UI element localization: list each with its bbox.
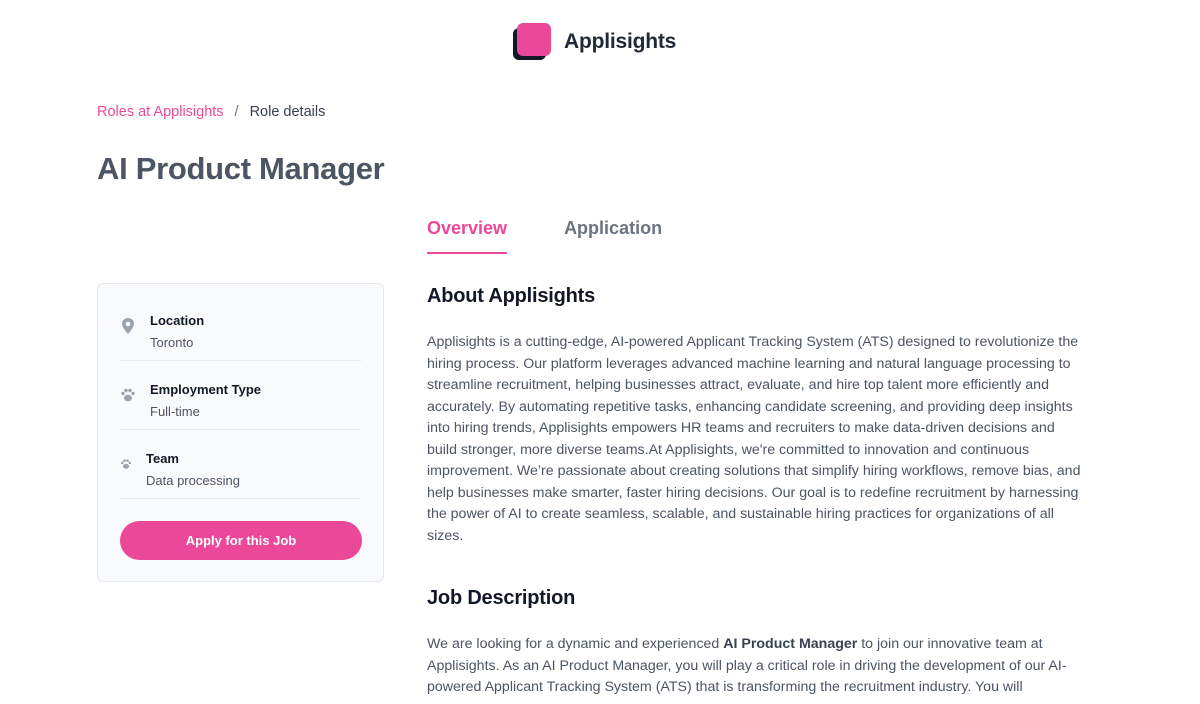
job-info-card: Location Toronto Employment Type Full-ti… [97,283,384,582]
tab-overview[interactable]: Overview [427,218,508,254]
info-value: Toronto [150,335,194,350]
breadcrumb: Roles at Applisights / Role details [97,104,325,120]
job-description-text: We are looking for a dynamic and experie… [427,634,1087,699]
info-label: Team [146,451,179,466]
about-text: Applisights is a cutting-edge, AI-powere… [427,334,1081,544]
brand-name: Applisights [564,30,677,53]
info-value: Full-time [150,404,200,419]
tab-application[interactable]: Application [564,218,662,254]
jd-text-start: We are looking for a dynamic and experie… [427,636,724,652]
divider [120,498,361,499]
info-value: Data processing [146,473,240,488]
info-team: Team Data processing [120,442,361,488]
job-description-heading: Job Description [427,587,576,609]
breadcrumb-roles-link[interactable]: Roles at Applisights [97,104,224,120]
apply-button[interactable]: Apply for this Job [120,521,362,560]
site-header: Applisights [0,0,1200,84]
location-pin-icon [120,318,136,334]
info-employment-type: Employment Type Full-time [120,373,361,419]
brand-logo[interactable]: Applisights [513,23,676,61]
overview-content: About Applisights Applisights is a cutti… [427,285,1087,699]
stacked-squares-logo-icon [513,23,553,61]
info-label: Employment Type [150,382,262,397]
divider [120,360,361,361]
divider [120,429,361,430]
paw-icon [120,387,136,403]
breadcrumb-separator: / [234,104,239,120]
page-title: AI Product Manager [97,151,385,186]
jd-role-name: AI Product Manager [723,636,858,652]
about-heading: About Applisights [427,285,596,307]
info-label: Location [150,313,205,328]
paw-icon [120,456,132,472]
breadcrumb-current: Role details [249,104,326,120]
info-location: Location Toronto [120,304,361,350]
tab-bar: Overview Application [427,218,719,254]
